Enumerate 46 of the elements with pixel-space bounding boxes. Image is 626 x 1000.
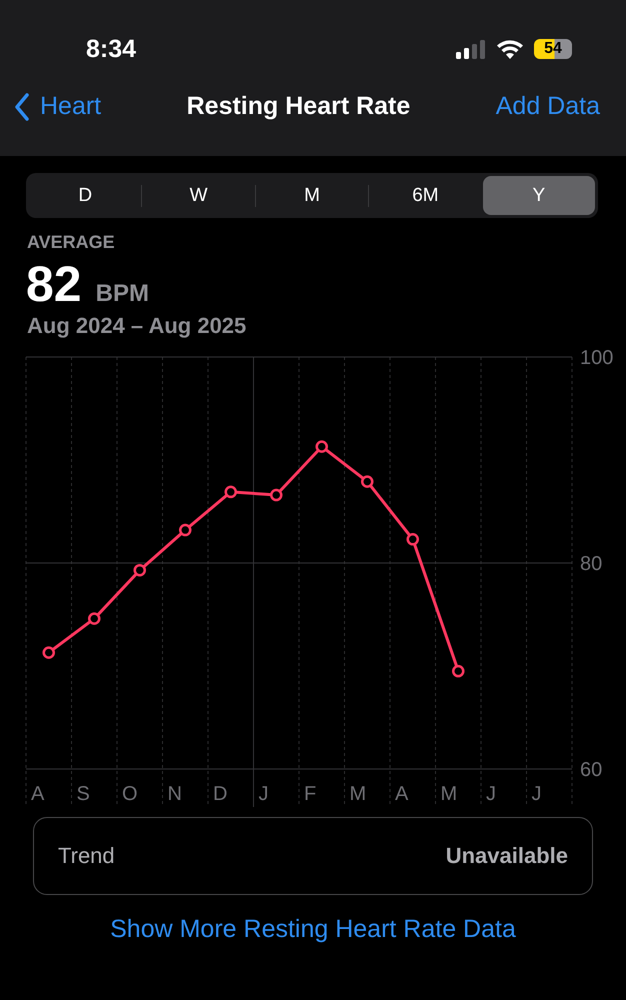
data-point bbox=[179, 524, 192, 536]
x-axis-label: M bbox=[350, 783, 366, 805]
y-axis-label: 60 bbox=[580, 759, 602, 781]
x-axis-label: A bbox=[395, 783, 408, 805]
chevron-left-icon bbox=[14, 92, 30, 120]
x-axis-label: D bbox=[213, 783, 228, 805]
status-time: 8:34 bbox=[86, 34, 136, 64]
y-axis-label: 80 bbox=[580, 553, 602, 575]
data-point bbox=[270, 488, 282, 502]
add-data-button[interactable]: Add Data bbox=[496, 92, 600, 121]
y-axis-label: 100 bbox=[580, 347, 614, 369]
trend-card[interactable]: Trend Unavailable bbox=[33, 817, 593, 895]
x-axis-label: J bbox=[486, 783, 496, 805]
x-axis-label: N bbox=[168, 783, 182, 805]
show-more-link[interactable]: Show More Resting Heart Rate Data bbox=[110, 915, 516, 944]
x-axis-label: O bbox=[122, 783, 138, 805]
data-point bbox=[88, 612, 100, 625]
segment-tab[interactable]: W bbox=[142, 176, 255, 215]
trend-label: Trend bbox=[58, 843, 115, 869]
date-range: Aug 2024 – Aug 2025 bbox=[27, 313, 248, 339]
segment-tab[interactable]: 6M bbox=[369, 176, 482, 215]
segment-tab[interactable]: D bbox=[29, 176, 142, 215]
battery-icon: 54 bbox=[534, 39, 572, 59]
x-axis-label: A bbox=[31, 783, 44, 805]
data-point bbox=[452, 664, 464, 678]
x-axis-label: F bbox=[304, 783, 316, 805]
data-point bbox=[134, 564, 146, 576]
average-label: AVERAGE bbox=[27, 232, 116, 253]
x-axis-label: J bbox=[532, 783, 542, 805]
unit-label: BPM bbox=[96, 280, 149, 308]
back-button[interactable]: Heart bbox=[14, 92, 102, 121]
trend-value: Unavailable bbox=[446, 843, 568, 869]
page-title: Resting Heart Rate bbox=[186, 92, 410, 121]
signal-icon bbox=[456, 39, 486, 59]
x-axis-label: M bbox=[440, 783, 458, 805]
x-axis-label: J bbox=[258, 783, 268, 805]
data-point bbox=[361, 475, 374, 488]
data-point bbox=[42, 646, 55, 659]
segment-tab[interactable]: Y bbox=[482, 176, 596, 215]
segment-tab[interactable]: M bbox=[256, 176, 368, 215]
data-point bbox=[316, 440, 328, 453]
data-point bbox=[224, 486, 237, 498]
average-value: 82 bbox=[26, 255, 82, 313]
wifi-icon bbox=[496, 39, 524, 59]
x-axis-label: S bbox=[76, 783, 90, 805]
data-point bbox=[406, 533, 419, 546]
